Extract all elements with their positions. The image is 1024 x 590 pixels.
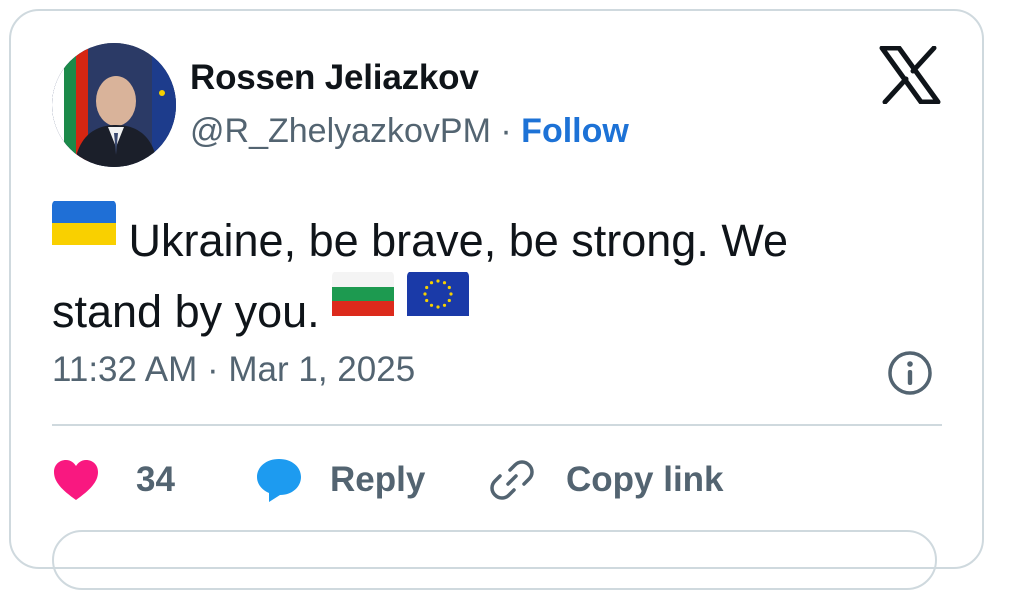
author-name[interactable]: Rossen Jeliazkov	[190, 58, 479, 98]
avatar[interactable]	[52, 43, 176, 167]
reply-label: Reply	[330, 460, 426, 499]
reply-bubble-icon	[254, 456, 304, 504]
info-icon[interactable]	[886, 349, 934, 397]
bulgaria-flag-icon	[332, 271, 395, 331]
tweet-text-part2: stand by you.	[52, 286, 320, 337]
follow-button[interactable]: Follow	[521, 112, 629, 150]
separator-dot: ·	[500, 112, 512, 150]
like-count: 34	[136, 460, 175, 499]
link-icon	[488, 456, 536, 504]
divider	[52, 424, 942, 426]
copy-link-button[interactable]: Copy link	[488, 450, 724, 510]
reply-button[interactable]: Reply	[254, 450, 425, 510]
like-button[interactable]: 34	[52, 450, 175, 510]
author-handle-row: @R_ZhelyazkovPM · Follow	[190, 112, 629, 151]
tweet-timestamp[interactable]: 11:32 AM · Mar 1, 2025	[52, 350, 415, 390]
copy-link-label: Copy link	[566, 460, 724, 499]
action-bar: 34 Reply Copy link	[52, 450, 942, 510]
tweet-text: Ukraine, be brave, be strong. We stand b…	[52, 200, 932, 342]
tweet-text-part1: Ukraine, be brave, be strong. We	[128, 215, 789, 266]
heart-icon	[52, 458, 100, 502]
read-replies-button[interactable]	[52, 530, 937, 590]
ukraine-flag-icon	[52, 200, 116, 260]
author-handle[interactable]: @R_ZhelyazkovPM	[190, 112, 491, 150]
eu-flag-icon	[406, 271, 469, 331]
x-logo-icon[interactable]	[879, 45, 941, 105]
